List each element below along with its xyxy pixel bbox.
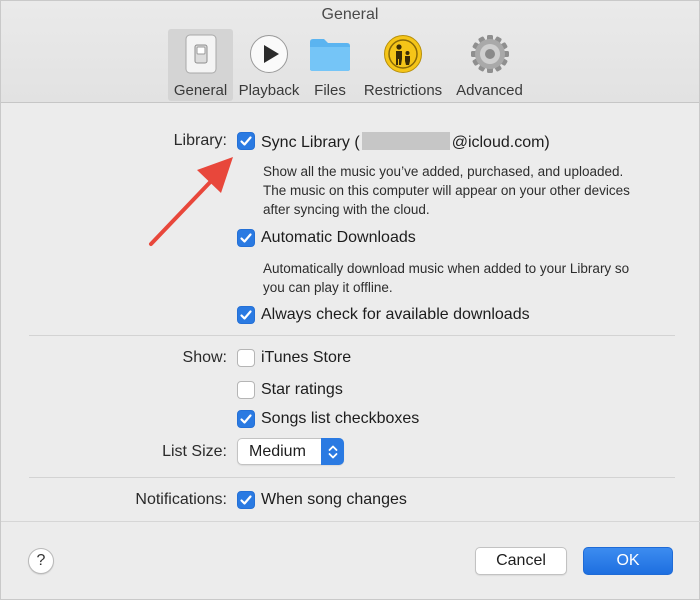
itunes-store-label: iTunes Store [261,349,352,366]
ok-button[interactable]: OK [583,547,673,575]
window-title: General [321,6,379,23]
automatic-downloads-checkbox[interactable] [237,229,255,247]
list-size-select[interactable]: Medium [237,438,344,465]
checkmark-icon [240,233,252,243]
show-label: Show: [182,349,227,366]
itunes-store-checkbox[interactable] [237,349,255,367]
tab-restrictions[interactable]: Restrictions [359,29,447,101]
parental-controls-icon [382,33,424,75]
automatic-downloads-description: Automatically download music when added … [263,261,630,295]
sync-library-checkbox[interactable] [237,132,255,150]
always-check-downloads-label: Always check for available downloads [261,306,530,323]
gear-icon [469,33,511,75]
footer-divider [1,521,700,522]
list-size-label: List Size: [162,443,227,460]
tab-advanced-label: Advanced [456,82,523,99]
songs-list-checkboxes-label: Songs list checkboxes [261,410,420,427]
list-size-value: Medium [249,443,306,460]
tab-files[interactable]: Files [307,29,353,101]
automatic-downloads-label: Automatic Downloads [261,229,416,246]
checkmark-icon [240,495,252,505]
checkmark-icon [240,414,252,424]
star-ratings-checkbox[interactable] [237,381,255,399]
notifications-label: Notifications: [135,491,227,508]
songs-list-checkboxes-checkbox[interactable] [237,410,255,428]
help-button[interactable]: ? [28,548,54,574]
sync-library-label: Sync Library ( @icloud.com) [261,132,550,152]
library-label: Library: [173,132,227,149]
star-ratings-label: Star ratings [261,381,343,398]
section-divider [29,477,675,478]
always-check-downloads-checkbox[interactable] [237,306,255,324]
folder-icon [309,33,351,75]
section-divider [29,335,675,336]
help-icon: ? [36,552,46,569]
checkmark-icon [240,136,252,146]
play-icon [248,33,290,75]
tab-files-label: Files [314,82,346,99]
titlebar: General General Playback Files Restricti… [1,1,699,103]
tab-restrictions-label: Restrictions [363,82,443,99]
when-song-changes-label: When song changes [261,491,407,508]
tab-playback-label: Playback [238,82,300,99]
when-song-changes-checkbox[interactable] [237,491,255,509]
tab-advanced[interactable]: Advanced [453,29,526,101]
general-switch-icon [180,33,222,75]
sync-library-label-suffix: @icloud.com) [451,134,550,151]
sync-library-description: Show all the music you’ve added, purchas… [263,164,630,217]
redacted-email [361,132,450,150]
tab-general-label: General [173,82,228,99]
sync-library-label-prefix: Sync Library ( [261,134,360,151]
tab-playback[interactable]: Playback [236,29,302,101]
cancel-button[interactable]: Cancel [475,547,567,575]
tab-general[interactable]: General [168,29,233,101]
preferences-window: General General Playback Files Restricti… [0,0,700,600]
checkmark-icon [240,310,252,320]
chevron-up-down-icon [321,438,344,465]
